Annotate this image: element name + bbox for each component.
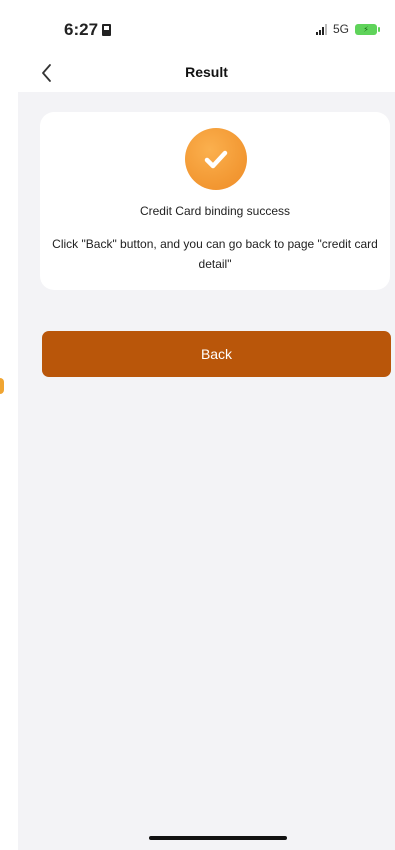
home-indicator	[149, 836, 287, 840]
phone-screen: 6:27 5G ⚡ Result Credit Card binding suc…	[18, 0, 395, 850]
sim-card-icon	[102, 24, 112, 36]
back-button[interactable]: Back	[42, 331, 391, 377]
left-gutter	[0, 0, 18, 850]
navigation-bar: Result	[18, 56, 395, 92]
page-title: Result	[185, 64, 228, 80]
checkmark-icon	[204, 150, 228, 169]
status-bar: 6:27 5G ⚡	[18, 0, 395, 56]
battery-charging-icon: ⚡	[355, 23, 380, 35]
result-title: Credit Card binding success	[139, 204, 291, 218]
check-circle-icon	[185, 128, 247, 190]
signal-icon	[315, 23, 327, 35]
result-description: Click "Back" button, and you can go back…	[52, 237, 378, 271]
result-card: Credit Card binding success Click "Back"…	[40, 112, 390, 290]
status-time-group: 6:27	[64, 20, 112, 40]
edge-indicator	[0, 378, 4, 394]
status-indicators: 5G ⚡	[315, 22, 380, 36]
network-type: 5G	[332, 22, 349, 36]
status-time: 6:27	[64, 20, 99, 39]
